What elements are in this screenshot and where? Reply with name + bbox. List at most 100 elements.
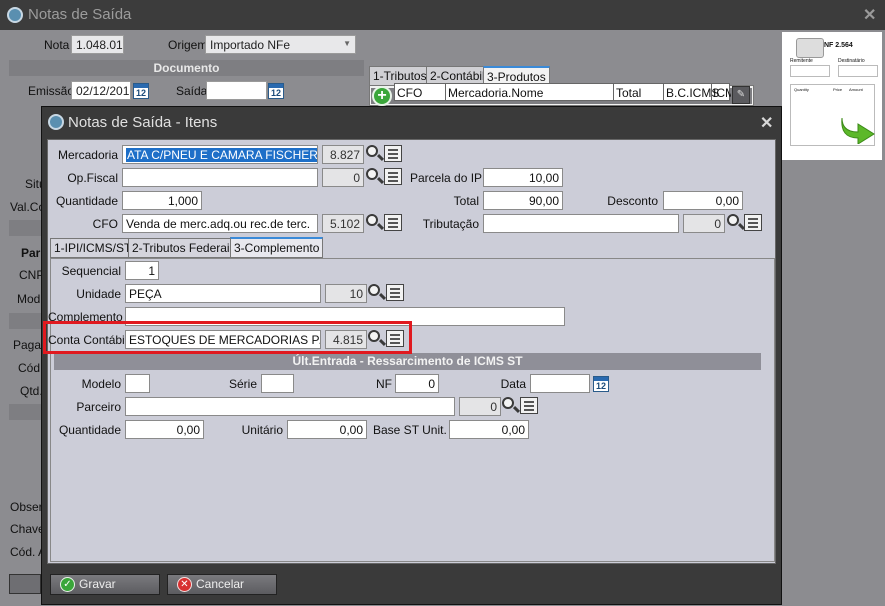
opfiscal-list-icon[interactable] [384, 168, 402, 185]
tributacao-label: Tributação [422, 217, 479, 231]
gravar-button[interactable]: ✓ Gravar [50, 574, 160, 595]
chevron-down-icon: ▼ [343, 39, 351, 48]
quantidade-label: Quantidade [55, 194, 118, 208]
nota-label: Nota [44, 38, 70, 52]
left-label-obser: Obser [10, 500, 43, 514]
thumb-nf-number: NF 2.564 [824, 42, 853, 49]
tributacao-list-icon[interactable] [744, 214, 762, 231]
grid-col-mercadoria[interactable]: Mercadoria.Nome [445, 84, 545, 101]
thumb-price: Price [833, 87, 843, 92]
data-calendar-icon[interactable]: 12 [593, 376, 609, 392]
mercadoria-field[interactable]: ATA C/PNEU E CAMARA FISCHER 60LTS [122, 145, 318, 164]
printer-icon [796, 38, 824, 58]
quantidade-st-label: Quantidade [58, 423, 121, 437]
quantidade-field[interactable]: 1,000 [122, 191, 202, 210]
left-band-3 [9, 404, 41, 420]
app-icon [7, 7, 23, 23]
unidade-field[interactable]: PEÇA [125, 284, 321, 303]
mercadoria-label: Mercadoria [57, 148, 118, 162]
dialog-close-icon[interactable]: ✕ [760, 113, 773, 133]
unitario-field[interactable]: 0,00 [287, 420, 367, 439]
dialog-footer: ✓ Gravar ✕ Cancelar [47, 566, 776, 600]
left-label-chave: Chave [10, 522, 45, 536]
opfiscal-field[interactable] [122, 168, 318, 187]
tributacao-field[interactable] [483, 214, 679, 233]
nf-field[interactable]: 0 [395, 374, 439, 393]
outer-window-title: Notas de Saída [28, 6, 132, 23]
data-field[interactable] [530, 374, 590, 393]
modelo-label: Modelo [81, 377, 121, 391]
parcela-ipi-field[interactable]: 10,00 [483, 168, 563, 187]
sequencial-label: Sequencial [61, 264, 121, 278]
grid-col-cfo[interactable]: CFO [397, 86, 422, 100]
cancelar-button[interactable]: ✕ Cancelar [167, 574, 277, 595]
outer-partial-button[interactable] [9, 574, 41, 594]
emissao-field[interactable]: 02/12/2016 [71, 81, 131, 100]
tab-ipi-icms-st[interactable]: 1-IPI/ICMS/ST [50, 238, 136, 258]
green-arrow-icon [838, 114, 878, 145]
origem-select-value: Importado NFe [210, 38, 291, 52]
grid-col-icm[interactable]: ICM [711, 84, 731, 101]
cfo-code: 5.102 [322, 214, 364, 233]
add-item-icon[interactable]: + [372, 86, 392, 106]
base-st-label: Base ST Unit. [373, 423, 447, 437]
left-band-1 [9, 220, 41, 236]
grid-col-total[interactable]: Total [613, 84, 643, 101]
tributacao-code: 0 [683, 214, 725, 233]
parceiro-search-icon[interactable] [501, 396, 521, 415]
unidade-list-icon[interactable] [386, 284, 404, 301]
origem-select[interactable]: Importado NFe ▼ [205, 35, 356, 54]
desconto-field[interactable]: 0,00 [663, 191, 743, 210]
nota-field[interactable]: 1.048.019 [71, 35, 124, 54]
parceiro-field[interactable] [125, 397, 455, 416]
saida-field[interactable] [206, 81, 267, 100]
saida-calendar-icon[interactable]: 12 [268, 83, 284, 99]
conta-contabil-highlight [43, 321, 412, 354]
unidade-search-icon[interactable] [367, 283, 387, 302]
nf-illustration: NF 2.564 Remitente Destinatário Quantity… [782, 32, 882, 160]
sequencial-field[interactable]: 1 [125, 261, 159, 280]
dialog-title: Notas de Saída - Itens [68, 114, 218, 131]
tributacao-search-icon[interactable] [726, 213, 746, 232]
tab-complemento[interactable]: 3-Complemento [230, 237, 324, 258]
cfo-list-icon[interactable] [384, 214, 402, 231]
thumb-remetente: Remitente [790, 58, 813, 64]
saida-label: Saída [176, 84, 208, 98]
emissao-label: Emissão [28, 84, 75, 98]
total-field[interactable]: 90,00 [483, 191, 563, 210]
base-st-field[interactable]: 0,00 [449, 420, 529, 439]
quantidade-st-field[interactable]: 0,00 [125, 420, 204, 439]
parceiro-list-icon[interactable] [520, 397, 538, 414]
nf-label: NF [376, 377, 392, 391]
cfo-field[interactable]: Venda de merc.adq.ou rec.de terc. [122, 214, 318, 233]
mercadoria-search-icon[interactable] [365, 144, 385, 163]
left-label-mod: Mod. [17, 292, 44, 306]
unidade-label: Unidade [76, 287, 121, 301]
thumb-quantity: Quantity [794, 87, 809, 92]
parcela-ipi-label: Parcela do IPI [410, 171, 486, 185]
left-label-par: Par [21, 246, 41, 260]
left-label-cod: Cód. [18, 361, 44, 375]
mercadoria-list-icon[interactable] [384, 145, 402, 162]
opfiscal-search-icon[interactable] [365, 167, 385, 186]
outer-titlebar: Notas de Saída ✕ [0, 0, 885, 30]
serie-field[interactable] [261, 374, 294, 393]
modelo-field[interactable] [125, 374, 150, 393]
emissao-calendar-icon[interactable]: 12 [133, 83, 149, 99]
cfo-label: CFO [92, 217, 118, 231]
mercadoria-value: ATA C/PNEU E CAMARA FISCHER 60LTS [126, 148, 317, 162]
cfo-search-icon[interactable] [365, 213, 385, 232]
thumb-destinatario: Destinatário [838, 58, 865, 64]
left-band-2 [9, 313, 41, 329]
serie-label: Série [228, 377, 257, 391]
gravar-label: Gravar [79, 577, 116, 591]
origem-label: Origem [168, 38, 208, 52]
parceiro-label: Parceiro [76, 400, 121, 414]
ultima-entrada-band: Últ.Entrada - Ressarcimento de ICMS ST [54, 353, 761, 370]
cancel-icon: ✕ [177, 577, 192, 592]
outer-close-icon[interactable]: ✕ [863, 5, 876, 25]
itens-dialog: Notas de Saída - Itens ✕ Mercadoria ATA … [41, 106, 782, 605]
tab-tributos-federais[interactable]: 2-Tributos Federais [128, 238, 240, 258]
tools-icon[interactable]: ✎ [732, 86, 750, 104]
dialog-app-icon [48, 114, 64, 130]
